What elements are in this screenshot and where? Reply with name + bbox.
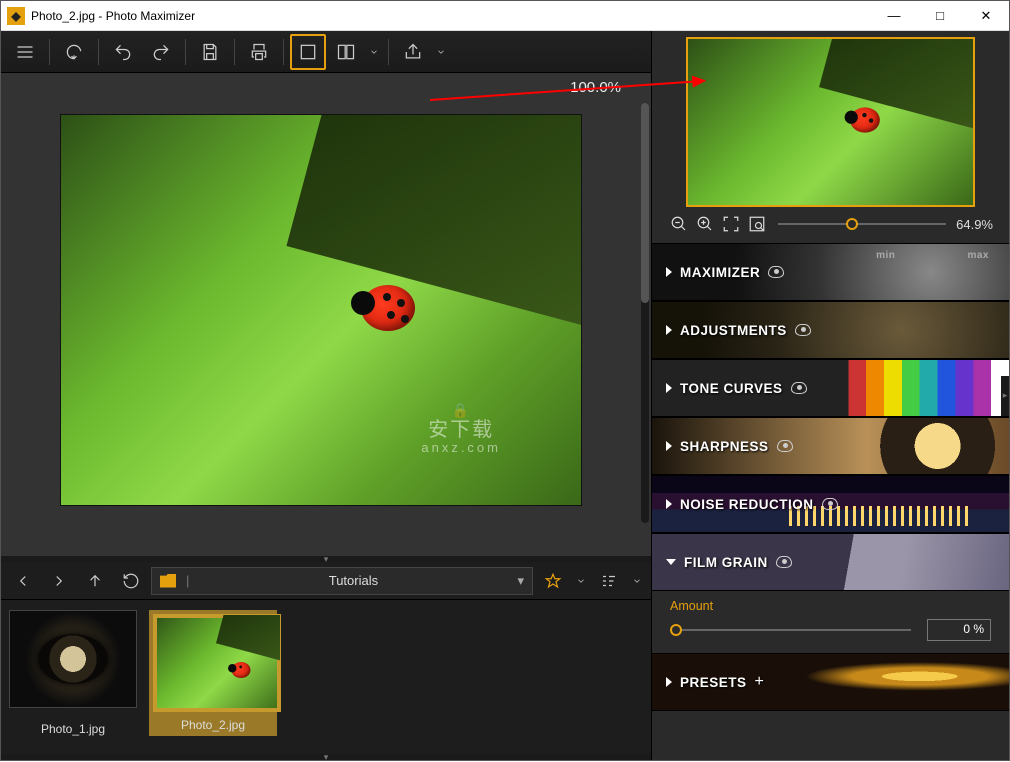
thumbnail-image — [9, 610, 137, 708]
window-close-button[interactable]: ✕ — [963, 1, 1009, 31]
zoom-slider[interactable] — [778, 216, 946, 232]
zoom-in-button[interactable] — [694, 213, 716, 235]
panel-adjustments[interactable]: ADJUSTMENTS — [652, 301, 1009, 359]
panel-presets[interactable]: PRESETS+ — [652, 653, 1009, 711]
path-label: Tutorials — [199, 573, 507, 588]
thumbnail-label: Photo_1.jpg — [9, 722, 137, 736]
chevron-down-icon: ▾ — [517, 573, 524, 589]
thumbnail-label: Photo_2.jpg — [153, 718, 273, 732]
visibility-toggle-icon[interactable] — [822, 498, 838, 510]
preview-navigator[interactable] — [686, 37, 975, 207]
nav-up-button[interactable] — [79, 565, 111, 597]
thumbnail-strip: Photo_1.jpg Photo_2.jpg — [1, 600, 651, 754]
favorite-dropdown-button[interactable] — [573, 565, 589, 597]
ladybug-subject — [361, 285, 415, 331]
panel-maximizer[interactable]: MAXIMIZER — [652, 243, 1009, 301]
favorite-button[interactable] — [537, 565, 569, 597]
menu-button[interactable] — [7, 34, 43, 70]
panel-tone-curves[interactable]: TONE CURVES — [652, 359, 1009, 417]
window-titlebar: ◆ Photo_2.jpg - Photo Maximizer — □ ✕ — [1, 1, 1009, 31]
visibility-toggle-icon[interactable] — [776, 556, 792, 568]
folder-icon — [160, 574, 176, 588]
sort-dropdown-button[interactable] — [629, 565, 645, 597]
visibility-toggle-icon[interactable] — [795, 324, 811, 336]
browser-toolbar: | Tutorials ▾ — [1, 562, 651, 600]
single-view-button[interactable] — [290, 34, 326, 70]
share-button[interactable] — [395, 34, 431, 70]
canvas-scrollbar-vertical[interactable] — [641, 103, 649, 523]
thumbnail-item[interactable]: Photo_1.jpg — [9, 610, 137, 736]
thumbnail-item[interactable]: Photo_2.jpg — [149, 610, 277, 736]
zoom-actual-button[interactable] — [746, 213, 768, 235]
app-icon: ◆ — [7, 7, 25, 25]
amount-slider[interactable] — [676, 622, 911, 638]
save-button[interactable] — [192, 34, 228, 70]
main-image[interactable]: 🔒 安下载 anxz.com — [61, 115, 581, 505]
main-toolbar — [1, 31, 651, 73]
panel-noise-reduction[interactable]: NOISE REDUCTION — [652, 475, 1009, 533]
amount-value-input[interactable]: 0 % — [927, 619, 991, 641]
visibility-toggle-icon[interactable] — [791, 382, 807, 394]
compare-view-button[interactable] — [328, 34, 364, 70]
view-dropdown-button[interactable] — [366, 34, 382, 70]
window-title: Photo_2.jpg - Photo Maximizer — [31, 9, 871, 23]
visibility-toggle-icon[interactable] — [777, 440, 793, 452]
panel-film-grain[interactable]: FILM GRAIN — [652, 533, 1009, 591]
side-panel-collapse-handle[interactable]: ▸ — [1001, 376, 1009, 416]
zoom-out-button[interactable] — [668, 213, 690, 235]
path-selector[interactable]: | Tutorials ▾ — [151, 567, 533, 595]
panel-sharpness[interactable]: SHARPNESS — [652, 417, 1009, 475]
visibility-toggle-icon[interactable] — [768, 266, 784, 278]
adjustment-panels: MAXIMIZER ADJUSTMENTS TONE CURVES SHARPN… — [652, 243, 1009, 760]
panel-film-grain-body: Amount 0 % — [652, 591, 1009, 653]
sort-button[interactable] — [593, 565, 625, 597]
nav-refresh-button[interactable] — [115, 565, 147, 597]
browser-collapse-handle[interactable]: ▾ — [1, 754, 651, 760]
preview-zoom-controls: 64.9% — [652, 209, 1009, 243]
file-browser: | Tutorials ▾ Photo_1.jpg — [1, 562, 651, 760]
undo-button[interactable] — [105, 34, 141, 70]
canvas-area[interactable]: 100.0% 🔒 安下载 anxz.com — [1, 73, 651, 556]
watermark: 🔒 安下载 anxz.com — [421, 403, 501, 455]
window-maximize-button[interactable]: □ — [917, 1, 963, 31]
nav-forward-button[interactable] — [43, 565, 75, 597]
zoom-fit-button[interactable] — [720, 213, 742, 235]
revert-button[interactable] — [56, 34, 92, 70]
window-minimize-button[interactable]: — — [871, 1, 917, 31]
preview-zoom-label: 64.9% — [956, 217, 993, 232]
add-preset-icon[interactable]: + — [755, 673, 765, 691]
share-dropdown-button[interactable] — [433, 34, 449, 70]
nav-back-button[interactable] — [7, 565, 39, 597]
amount-label: Amount — [670, 599, 991, 613]
side-panel: 64.9% MAXIMIZER ADJUSTMENTS TONE CURVES … — [651, 31, 1009, 760]
redo-button[interactable] — [143, 34, 179, 70]
print-button[interactable] — [241, 34, 277, 70]
thumbnail-image — [153, 614, 281, 712]
